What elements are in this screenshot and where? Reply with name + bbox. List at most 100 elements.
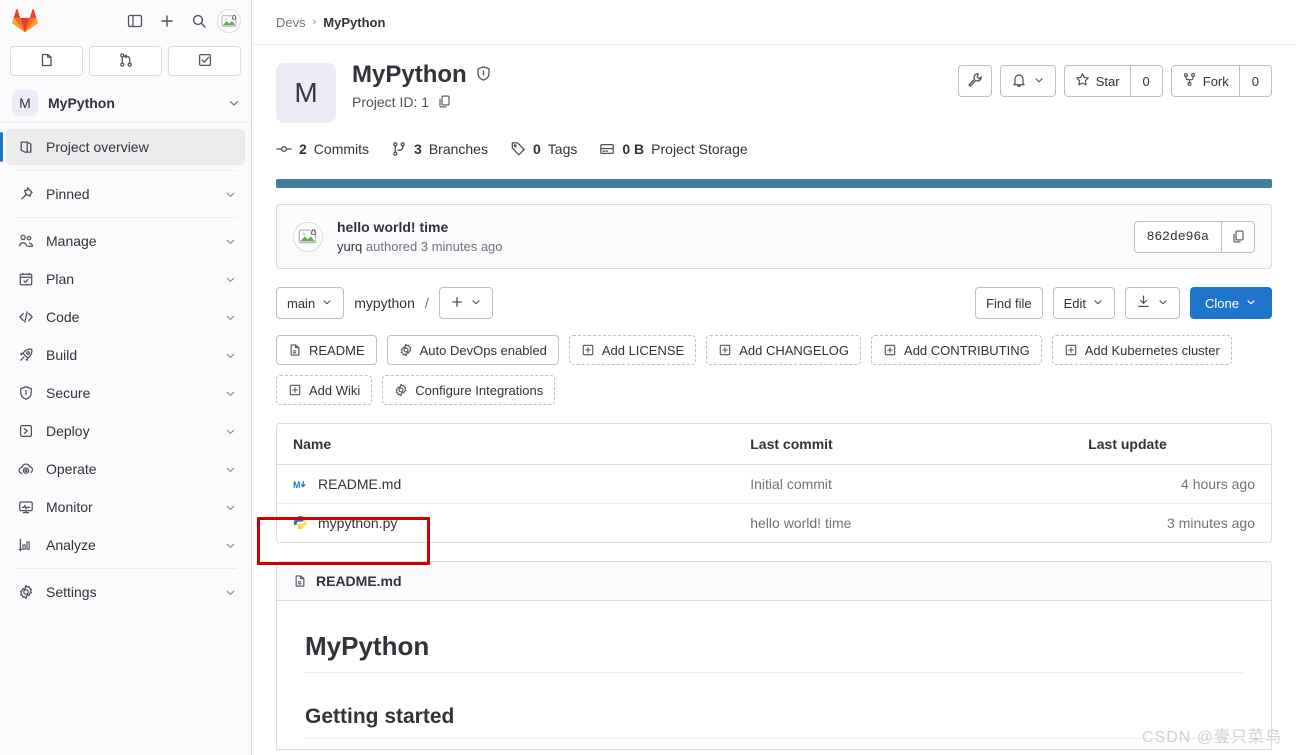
- sidebar-item-build[interactable]: Build: [6, 337, 245, 373]
- stat-storage[interactable]: 0 B Project Storage: [599, 141, 748, 157]
- find-file-label: Find file: [986, 295, 1032, 311]
- stat-label: Tags: [547, 141, 578, 157]
- quick-action-label: Add Kubernetes cluster: [1084, 342, 1220, 358]
- add-license-button[interactable]: Add LICENSE: [568, 335, 697, 365]
- browser-toolbar: [0, 0, 251, 42]
- star-count[interactable]: 0: [1129, 65, 1163, 97]
- fork-button-group: Fork 0: [1170, 65, 1272, 97]
- column-header-name: Name: [277, 424, 735, 465]
- star-button[interactable]: Star: [1063, 65, 1130, 97]
- commit-meta: yurq authored 3 minutes ago: [337, 239, 1120, 254]
- quick-action-label: Add LICENSE: [601, 342, 685, 358]
- sidebar-item-manage[interactable]: Manage: [6, 223, 245, 259]
- copy-icon[interactable]: [437, 94, 452, 109]
- quick-action-label: Add Wiki: [309, 382, 361, 398]
- add-kubernetes-cluster-button[interactable]: Add Kubernetes cluster: [1051, 335, 1232, 365]
- stat-branches[interactable]: 3 Branches: [391, 141, 488, 157]
- profile-avatar-icon[interactable]: [217, 9, 241, 33]
- sidebar-item-label: Secure: [46, 385, 91, 401]
- plus-square-icon: [1064, 343, 1078, 357]
- configure-integrations-button[interactable]: Configure Integrations: [382, 375, 556, 405]
- sidebar-project-switcher[interactable]: M MyPython: [0, 84, 251, 123]
- left-sidebar: M MyPython Project overview Pinned Manag…: [0, 0, 252, 755]
- commit-author[interactable]: yurq: [337, 239, 362, 254]
- branch-selector[interactable]: main: [276, 287, 345, 319]
- doc-icon: [293, 574, 307, 588]
- sidebar-item-label: Plan: [46, 271, 75, 287]
- file-list-card: Name Last commit Last update M README.md…: [276, 423, 1272, 543]
- chevron-down-icon: [1033, 74, 1045, 89]
- readme-quick-button[interactable]: README: [276, 335, 377, 365]
- fork-icon: [1182, 72, 1197, 90]
- python-icon: [293, 515, 309, 531]
- sidebar-item-secure[interactable]: Secure: [6, 375, 245, 411]
- breadcrumb-separator-icon: ›: [312, 16, 317, 28]
- commit-author-avatar: [293, 221, 323, 252]
- sidebar-item-plan[interactable]: Plan: [6, 261, 245, 297]
- issues-icon: [39, 52, 55, 71]
- breadcrumb-group[interactable]: Devs: [276, 15, 306, 30]
- file-link-readme[interactable]: M README.md: [293, 476, 718, 492]
- notifications-button[interactable]: [999, 65, 1056, 97]
- todo-list-shortcut[interactable]: [168, 46, 241, 76]
- edit-button[interactable]: Edit: [1052, 287, 1116, 319]
- fork-button[interactable]: Fork: [1170, 65, 1239, 97]
- commit-sha[interactable]: 862de96a: [1133, 220, 1221, 253]
- breadcrumb-project[interactable]: MyPython: [323, 15, 385, 30]
- sidebar-divider-1: [14, 170, 237, 171]
- plus-square-icon: [288, 383, 302, 397]
- chevron-down-icon: [224, 586, 237, 599]
- sidebar-item-analyze[interactable]: Analyze: [6, 527, 245, 563]
- issues-shortcut[interactable]: [10, 46, 83, 76]
- search-icon[interactable]: [185, 7, 213, 35]
- file-last-commit-cell[interactable]: hello world! time: [734, 503, 1073, 542]
- stat-tags[interactable]: 0 Tags: [510, 141, 577, 157]
- project-header-text: MyPython Project ID: 1: [352, 61, 942, 110]
- branch-icon: [391, 141, 407, 157]
- file-last-commit-cell[interactable]: Initial commit: [734, 464, 1073, 504]
- table-row[interactable]: M README.md Initial commit 4 hours ago: [277, 464, 1271, 504]
- page-title: MyPython: [352, 61, 467, 88]
- file-link-mypython[interactable]: mypython.py: [293, 515, 718, 531]
- project-stats: 2 Commits 3 Branches 0 Tags 0 B Project …: [276, 141, 1272, 157]
- add-contributing-button[interactable]: Add CONTRIBUTING: [871, 335, 1042, 365]
- watermark: CSDN @壹只菜鸟: [1141, 729, 1282, 746]
- cloud-gear-icon: [18, 461, 34, 477]
- sidebar-item-code[interactable]: Code: [6, 299, 245, 335]
- commit-message[interactable]: hello world! time: [337, 219, 1120, 235]
- add-wiki-button[interactable]: Add Wiki: [276, 375, 373, 405]
- find-file-button[interactable]: Find file: [975, 287, 1043, 319]
- add-to-repo-button[interactable]: [438, 287, 493, 319]
- sidebar-item-deploy[interactable]: Deploy: [6, 413, 245, 449]
- gitlab-logo[interactable]: [12, 8, 38, 34]
- star-label: Star: [1095, 73, 1120, 89]
- new-tab-icon[interactable]: [153, 7, 181, 35]
- language-bar[interactable]: [276, 179, 1272, 188]
- sidebar-item-settings[interactable]: Settings: [6, 574, 245, 610]
- chevron-down-icon: [224, 235, 237, 248]
- table-row[interactable]: mypython.py hello world! time 3 minutes …: [277, 503, 1271, 542]
- download-button[interactable]: [1125, 287, 1181, 319]
- stat-commits[interactable]: 2 Commits: [276, 141, 369, 157]
- deploy-icon: [18, 423, 34, 439]
- branch-selector-label: main: [287, 295, 316, 311]
- merge-requests-shortcut[interactable]: [89, 46, 162, 76]
- project-id-row: Project ID: 1: [352, 94, 942, 110]
- sidebar-item-pinned[interactable]: Pinned: [6, 176, 245, 212]
- sidebar-item-project-overview[interactable]: Project overview: [0, 129, 245, 165]
- sidebar-item-monitor[interactable]: Monitor: [6, 489, 245, 525]
- auto-devops-quick-button[interactable]: Auto DevOps enabled: [386, 335, 559, 365]
- readme-filename[interactable]: README.md: [316, 573, 402, 589]
- commit-text: hello world! time yurq authored 3 minute…: [337, 219, 1120, 254]
- clone-button[interactable]: Clone: [1190, 287, 1272, 319]
- copy-sha-icon[interactable]: [1221, 220, 1255, 253]
- repo-path[interactable]: mypython: [354, 295, 415, 311]
- project-header: M MyPython Project ID: 1 Star 0 Fork 0: [276, 61, 1272, 123]
- fork-count[interactable]: 0: [1238, 65, 1272, 97]
- readme-card-header: README.md: [277, 562, 1271, 601]
- wrench-button[interactable]: [957, 65, 992, 97]
- sidebar-item-operate[interactable]: Operate: [6, 451, 245, 487]
- sidebar-toggle-icon[interactable]: [121, 7, 149, 35]
- chevron-down-icon: [224, 463, 237, 476]
- add-changelog-button[interactable]: Add CHANGELOG: [706, 335, 862, 365]
